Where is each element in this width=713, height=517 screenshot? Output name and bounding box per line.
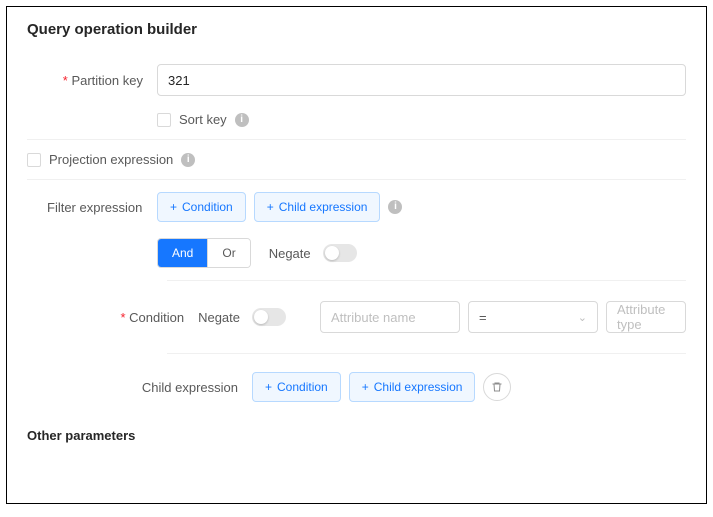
partition-key-label: Partition key [27, 73, 157, 88]
filter-expression-label: Filter expression [27, 200, 157, 215]
negate-toggle[interactable] [323, 244, 357, 262]
plus-icon: + [362, 380, 369, 394]
logic-and-button[interactable]: And [158, 239, 207, 267]
attribute-name-input[interactable]: Attribute name [320, 301, 460, 333]
add-child-expression-button[interactable]: +Child expression [254, 192, 381, 222]
info-icon[interactable]: i [388, 200, 402, 214]
child-expression-row: Child expression +Condition +Child expre… [7, 358, 706, 410]
condition-row: Condition Negate Attribute name = ⌄ Attr… [7, 285, 706, 341]
sort-key-checkbox[interactable] [157, 113, 171, 127]
condition-negate-toggle[interactable] [252, 308, 286, 326]
child-expression-label: Child expression [142, 380, 238, 395]
partition-key-row: Partition key [7, 56, 706, 104]
operator-select[interactable]: = ⌄ [468, 301, 598, 333]
projection-label: Projection expression [49, 152, 173, 167]
info-icon[interactable]: i [181, 153, 195, 167]
query-builder-panel: Query operation builder Partition key So… [6, 6, 707, 504]
page-title: Query operation builder [7, 21, 706, 56]
divider [167, 353, 686, 354]
projection-checkbox[interactable] [27, 153, 41, 167]
delete-icon[interactable] [483, 373, 511, 401]
partition-key-input[interactable] [157, 64, 686, 96]
condition-label: Condition [120, 310, 184, 325]
operator-value: = [479, 310, 487, 325]
plus-icon: + [265, 380, 272, 394]
add-condition-button[interactable]: +Condition [157, 192, 246, 222]
logic-or-button[interactable]: Or [207, 239, 249, 267]
attribute-type-input[interactable]: Attribute type [606, 301, 686, 333]
plus-icon: + [267, 200, 274, 214]
child-add-condition-button[interactable]: +Condition [252, 372, 341, 402]
filter-expression-row: Filter expression +Condition +Child expr… [7, 184, 706, 230]
chevron-down-icon: ⌄ [578, 311, 587, 324]
projection-row: Projection expression i [7, 144, 706, 175]
condition-negate-label: Negate [198, 310, 240, 325]
plus-icon: + [170, 200, 177, 214]
divider [27, 139, 686, 140]
filter-logic-row: And Or Negate [7, 230, 706, 276]
divider [27, 179, 686, 180]
divider [167, 280, 686, 281]
logic-segmented: And Or [157, 238, 251, 268]
negate-label: Negate [269, 246, 311, 261]
info-icon[interactable]: i [235, 113, 249, 127]
child-add-child-expression-button[interactable]: +Child expression [349, 372, 476, 402]
sort-key-label: Sort key [179, 112, 227, 127]
other-parameters-heading: Other parameters [7, 410, 706, 449]
sort-key-row: Sort key i [7, 104, 706, 135]
